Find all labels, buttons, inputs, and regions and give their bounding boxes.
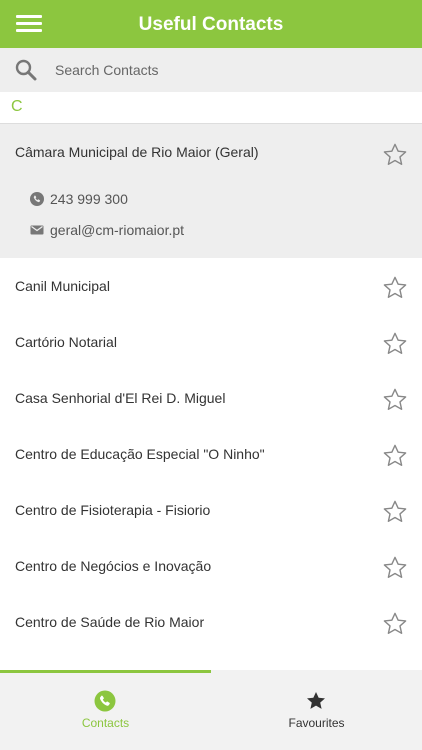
contact-name: Centro de Saúde de Rio Maior	[15, 614, 205, 630]
star-outline-icon[interactable]	[382, 142, 408, 168]
page-title: Useful Contacts	[138, 14, 284, 35]
star-outline-icon[interactable]	[382, 275, 408, 301]
list-item[interactable]: Centro de Educação Especial "O Ninho"	[0, 426, 422, 482]
contact-name: Centro de Negócios e Inovação	[15, 558, 212, 574]
phone-icon	[30, 192, 44, 206]
list-item[interactable]: Cartório Notarial	[0, 314, 422, 370]
section-letter: C	[11, 98, 23, 115]
app-bar: Useful Contacts	[0, 0, 422, 48]
star-outline-icon[interactable]	[382, 611, 408, 637]
list-item[interactable]: Centro de Negócios e Inovação	[0, 538, 422, 594]
expanded-contact[interactable]: Câmara Municipal de Rio Maior (Geral) 24…	[0, 124, 422, 258]
star-outline-icon[interactable]	[382, 443, 408, 469]
tab-favourites[interactable]: Favourites	[211, 670, 422, 750]
email-icon	[30, 225, 44, 235]
search-icon[interactable]	[14, 58, 38, 82]
star-outline-icon[interactable]	[382, 387, 408, 413]
phone-number: 243 999 300	[50, 191, 128, 207]
section-header: C	[0, 92, 422, 124]
tab-contacts[interactable]: Contacts	[0, 670, 211, 750]
list-item[interactable]: Centro de Fisioterapia - Fisiorio	[0, 482, 422, 538]
contact-name: Câmara Municipal de Rio Maior (Geral)	[15, 144, 259, 160]
contact-name: Centro de Educação Especial "O Ninho"	[15, 446, 265, 462]
email-address: geral@cm-riomaior.pt	[50, 222, 185, 238]
contact-name: Canil Municipal	[15, 278, 110, 294]
bottom-tab-bar: Contacts Favourites	[0, 670, 422, 750]
star-outline-icon[interactable]	[382, 499, 408, 525]
list-item[interactable]: Centro de Saúde de Rio Maior	[0, 594, 422, 650]
contact-name: Centro de Fisioterapia - Fisiorio	[15, 502, 211, 518]
contact-name: Casa Senhorial d'El Rei D. Miguel	[15, 390, 226, 406]
phone-circle-icon	[94, 690, 116, 712]
contact-name: Cartório Notarial	[15, 334, 117, 350]
list-item[interactable]: Casa Senhorial d'El Rei D. Miguel	[0, 370, 422, 426]
contact-phone[interactable]: 243 999 300	[30, 190, 128, 208]
tab-label: Contacts	[81, 716, 130, 730]
star-icon	[307, 692, 325, 709]
tab-label: Favourites	[288, 716, 345, 730]
list-item[interactable]: Canil Municipal	[0, 258, 422, 314]
star-outline-icon[interactable]	[382, 555, 408, 581]
search-bar	[0, 48, 422, 92]
search-input[interactable]	[55, 57, 405, 83]
star-outline-icon[interactable]	[382, 331, 408, 357]
contact-email[interactable]: geral@cm-riomaior.pt	[30, 221, 184, 239]
